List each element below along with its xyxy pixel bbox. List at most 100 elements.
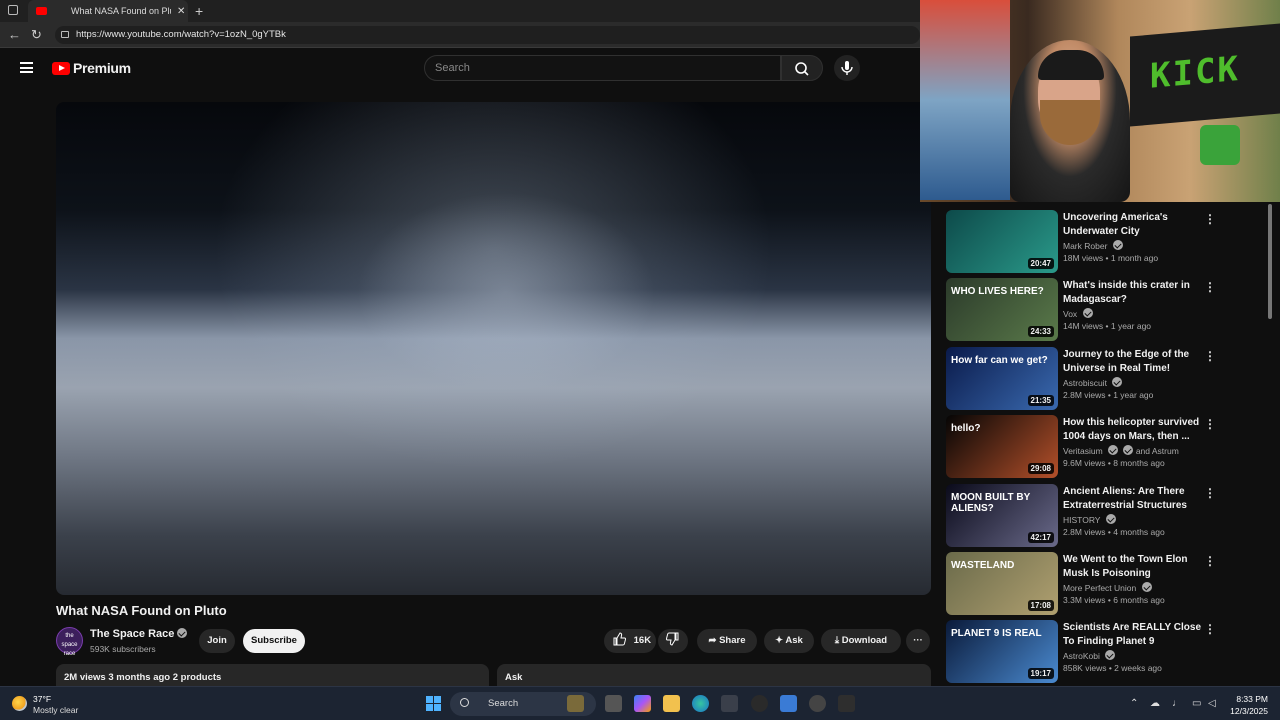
video-player[interactable]: [56, 102, 931, 595]
recommended-channel[interactable]: Vox: [1063, 308, 1093, 319]
youtube-play-icon: [52, 61, 70, 75]
edge-browser-icon[interactable]: [692, 695, 709, 712]
task-view-icon[interactable]: [605, 695, 622, 712]
recommended-channel[interactable]: Veritasium and Astrum: [1063, 445, 1179, 456]
new-tab-icon[interactable]: +: [195, 3, 203, 19]
verified-icon: [1112, 377, 1123, 387]
ask-panel[interactable]: Ask: [497, 664, 931, 688]
video-thumbnail[interactable]: MOON BUILT BY ALIENS? 42:17: [946, 484, 1058, 547]
wall-poster: [920, 0, 1010, 200]
recommended-video[interactable]: hello? 29:08 How this helicopter survive…: [946, 415, 1256, 479]
more-options-icon[interactable]: ⋮: [1204, 280, 1216, 294]
recommended-video-title[interactable]: Journey to the Edge of the Universe in R…: [1063, 348, 1203, 375]
recommended-channel[interactable]: More Perfect Union: [1063, 582, 1152, 593]
alienware-icon[interactable]: [751, 695, 768, 712]
recommended-meta: 18M views • 1 month ago: [1063, 253, 1159, 263]
more-actions-button[interactable]: ···: [906, 629, 930, 653]
video-thumbnail[interactable]: hello? 29:08: [946, 415, 1058, 478]
reload-icon[interactable]: ↻: [31, 27, 42, 43]
recommendations-list: 20:47 Uncovering America's Underwater Ci…: [946, 202, 1266, 686]
recommended-video-title[interactable]: Scientists Are REALLY Close To Finding P…: [1063, 621, 1203, 648]
search-input[interactable]: Search: [424, 55, 781, 81]
recommended-channel[interactable]: Astrobiscuit: [1063, 377, 1123, 388]
cloud-icon[interactable]: ☁: [1150, 698, 1160, 709]
recommended-video-title[interactable]: Ancient Aliens: Are There Extraterrestri…: [1063, 485, 1203, 512]
mail-icon[interactable]: [780, 695, 797, 712]
search-button[interactable]: [781, 55, 823, 81]
like-count: 16K: [633, 635, 652, 646]
youtube-header: Premium Search: [0, 48, 920, 88]
recommended-channel[interactable]: AstroKobi: [1063, 650, 1116, 661]
recommended-video[interactable]: PLANET 9 IS REAL 19:17 Scientists Are RE…: [946, 620, 1256, 684]
windows-start-icon[interactable]: [426, 696, 441, 711]
channel-name[interactable]: The Space Race: [90, 628, 188, 640]
download-label: Download: [841, 635, 888, 646]
more-options-icon[interactable]: ⋮: [1204, 417, 1216, 431]
thumbs-up-icon: [613, 632, 627, 646]
volume-icon[interactable]: ◁: [1208, 698, 1216, 709]
video-thumbnail[interactable]: 20:47: [946, 210, 1058, 273]
system-clock[interactable]: 8:33 PM 12/3/2025: [1226, 693, 1268, 717]
like-button[interactable]: 16K: [604, 629, 656, 653]
recommended-video-title[interactable]: We Went to the Town Elon Musk Is Poisoni…: [1063, 553, 1203, 580]
channel-avatar[interactable]: the space race: [56, 627, 83, 657]
video-duration: 42:17: [1027, 532, 1054, 543]
video-duration: 24:33: [1027, 326, 1054, 337]
join-button[interactable]: Join: [199, 629, 235, 653]
recommended-video[interactable]: WASTELAND 17:08 We Went to the Town Elon…: [946, 552, 1256, 616]
file-explorer-icon[interactable]: [663, 695, 680, 712]
chevron-up-icon[interactable]: ⌃: [1130, 698, 1138, 709]
recommended-video[interactable]: WHO LIVES HERE? 24:33 What's inside this…: [946, 278, 1256, 342]
weather-temperature[interactable]: 37°F: [33, 694, 51, 704]
recommended-channel[interactable]: Mark Rober: [1063, 240, 1123, 251]
store-icon[interactable]: [721, 695, 738, 712]
weather-condition[interactable]: Mostly clear: [33, 705, 78, 715]
close-tab-icon[interactable]: ✕: [177, 6, 185, 17]
recommended-video[interactable]: 20:47 Uncovering America's Underwater Ci…: [946, 210, 1256, 274]
back-arrow-icon[interactable]: ←: [8, 27, 21, 42]
voice-search-button[interactable]: [834, 55, 860, 81]
youtube-premium-logo[interactable]: Premium: [52, 60, 131, 76]
video-thumbnail[interactable]: WASTELAND 17:08: [946, 552, 1058, 615]
ask-button[interactable]: ✦ Ask: [764, 629, 814, 653]
thumbnail-text: WASTELAND: [951, 560, 1015, 571]
recommended-channel[interactable]: HISTORY: [1063, 514, 1116, 525]
recommended-video[interactable]: How far can we get? 21:35 Journey to the…: [946, 347, 1256, 411]
video-thumbnail[interactable]: WHO LIVES HERE? 24:33: [946, 278, 1058, 341]
recommended-video-title[interactable]: Uncovering America's Underwater City: [1063, 211, 1203, 238]
verified-icon: [1105, 650, 1116, 660]
menu-icon[interactable]: [20, 62, 33, 73]
tab-actions-icon[interactable]: [8, 5, 18, 15]
obs-icon[interactable]: [809, 695, 826, 712]
weather-icon[interactable]: [12, 696, 27, 711]
video-thumbnail[interactable]: PLANET 9 IS REAL 19:17: [946, 620, 1058, 683]
more-options-icon[interactable]: ⋮: [1204, 554, 1216, 568]
dislike-button[interactable]: [658, 629, 688, 653]
subscribe-button[interactable]: Subscribe: [243, 629, 305, 653]
scrollbar[interactable]: [1268, 204, 1272, 319]
widget-icon[interactable]: [567, 695, 584, 712]
more-options-icon[interactable]: ⋮: [1204, 212, 1216, 226]
network-icon[interactable]: ▭: [1192, 698, 1201, 709]
microphone-icon[interactable]: ♩: [1172, 698, 1182, 709]
video-thumbnail[interactable]: How far can we get? 21:35: [946, 347, 1058, 410]
share-button[interactable]: ➦ Share: [697, 629, 757, 653]
video-frame: [356, 192, 656, 392]
recommended-video-title[interactable]: What's inside this crater in Madagascar?: [1063, 279, 1203, 306]
app-icon[interactable]: [838, 695, 855, 712]
more-options-icon[interactable]: ⋮: [1204, 622, 1216, 636]
recommended-video-title[interactable]: How this helicopter survived 1004 days o…: [1063, 416, 1203, 443]
clock-time: 8:33 PM: [1236, 694, 1268, 704]
more-options-icon[interactable]: ⋮: [1204, 486, 1216, 500]
video-duration: 19:17: [1027, 668, 1054, 679]
url-field[interactable]: https://www.youtube.com/watch?v=1ozN_0gY…: [55, 26, 920, 44]
url-text: https://www.youtube.com/watch?v=1ozN_0gY…: [76, 29, 286, 40]
verified-icon: [1112, 240, 1123, 250]
copilot-icon[interactable]: [634, 695, 651, 712]
download-button[interactable]: ⤓ Download: [821, 629, 901, 653]
recommended-video[interactable]: MOON BUILT BY ALIENS? 42:17 Ancient Alie…: [946, 484, 1256, 548]
browser-tab[interactable]: What NASA Found on Pluto ✕: [28, 0, 188, 22]
description-box[interactable]: 2M views 3 months ago 2 products: [56, 664, 489, 688]
more-options-icon[interactable]: ⋮: [1204, 349, 1216, 363]
video-title: What NASA Found on Pluto: [56, 603, 227, 618]
